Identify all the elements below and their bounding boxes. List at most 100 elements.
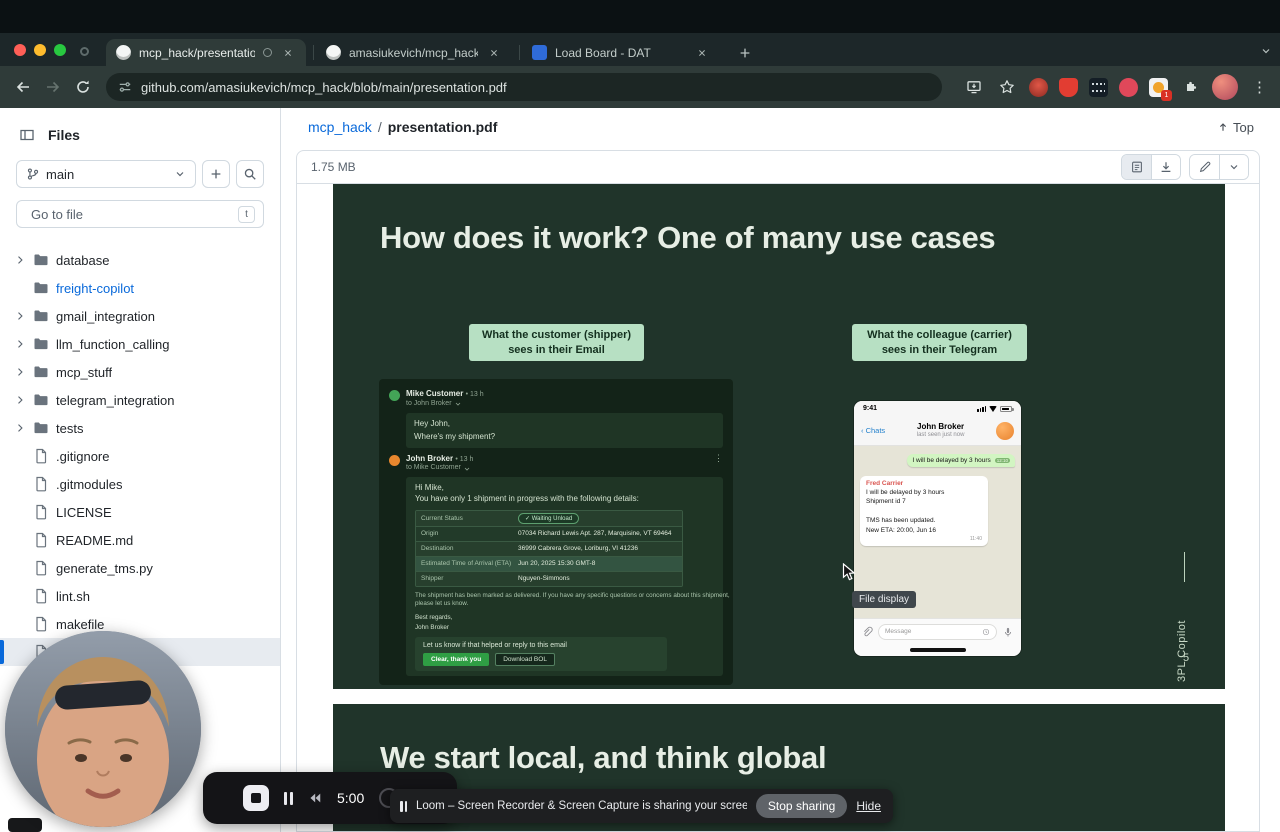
- telegram-header: ‹ Chats John Broker last seen just now: [854, 416, 1021, 446]
- github-favicon: [326, 45, 341, 60]
- edit-file-button[interactable]: [1190, 155, 1219, 179]
- tree-item-mcp-stuff[interactable]: mcp_stuff: [0, 358, 280, 386]
- download-icon: [1159, 160, 1173, 174]
- branch-selector[interactable]: main: [16, 160, 196, 188]
- extension-icon-4[interactable]: [1119, 77, 1138, 97]
- tree-item-gitignore[interactable]: .gitignore: [0, 442, 280, 470]
- tab-presentation[interactable]: mcp_hack/presentation.p...: [106, 39, 306, 66]
- rich-view-button[interactable]: [1122, 155, 1151, 179]
- avatar: [996, 421, 1014, 440]
- add-file-button[interactable]: [202, 160, 230, 188]
- extension-icon-1[interactable]: [1029, 77, 1048, 97]
- clear-thank-you-button: Clear, thank you: [423, 653, 490, 667]
- extensions-puzzle-icon[interactable]: [1179, 76, 1201, 98]
- tree-item-gitmodules[interactable]: .gitmodules: [0, 470, 280, 498]
- slide-title: We start local, and think global: [380, 740, 827, 775]
- avatar: [389, 390, 400, 401]
- tree-item-generate-tms[interactable]: generate_tms.py: [0, 554, 280, 582]
- install-app-icon[interactable]: [963, 76, 985, 98]
- dat-favicon: [532, 45, 547, 60]
- chevron-right-icon: [14, 422, 26, 434]
- overlay-chip: [8, 818, 42, 832]
- breadcrumb-repo-link[interactable]: mcp_hack: [308, 119, 372, 135]
- recording-indicator-icon: [80, 47, 89, 56]
- tree-item-database[interactable]: database: [0, 246, 280, 274]
- bookmark-star-icon[interactable]: [996, 76, 1018, 98]
- email-screenshot: Mike Customer • 13 h to John Broker Hey …: [379, 379, 733, 685]
- arrow-up-icon: [1217, 121, 1229, 133]
- email-signoff: Best regards, John Broker: [415, 614, 453, 631]
- close-tab-icon[interactable]: [280, 45, 296, 61]
- folder-icon: [33, 392, 49, 408]
- stop-sharing-button[interactable]: Stop sharing: [755, 794, 848, 818]
- forward-button[interactable]: [40, 74, 66, 100]
- tree-item-telegram-integration[interactable]: telegram_integration: [0, 386, 280, 414]
- share-message: Loom – Screen Recorder & Screen Capture …: [416, 800, 747, 812]
- fullscreen-window-button[interactable]: [54, 44, 66, 56]
- reload-button[interactable]: [70, 74, 96, 100]
- window-controls: [14, 44, 66, 56]
- breadcrumb: mcp_hack / presentation.pdf Top: [282, 108, 1280, 142]
- telegram-input-bar: Message: [854, 618, 1021, 644]
- hide-banner-button[interactable]: Hide: [856, 799, 881, 813]
- tab-repo[interactable]: amasiukevich/mcp_hack: A re...: [313, 39, 512, 66]
- browser-menu-icon[interactable]: ⋮: [1249, 80, 1270, 95]
- minimize-window-button[interactable]: [34, 44, 46, 56]
- tree-item-license[interactable]: LICENSE: [0, 498, 280, 526]
- go-to-file-box[interactable]: t: [16, 200, 264, 228]
- tree-item-freight-copilot[interactable]: freight-copilot: [0, 274, 280, 302]
- tree-item-llm-function-calling[interactable]: llm_function_calling: [0, 330, 280, 358]
- telegram-screenshot: 9:41 ‹ Chats John Broker last seen just …: [854, 401, 1021, 656]
- slide-use-cases: How does it work? One of many use cases …: [333, 184, 1225, 689]
- screen: mcp_hack/presentation.p... amasiukevich/…: [0, 0, 1280, 832]
- microphone-icon: [1002, 626, 1014, 638]
- back-to-top-link[interactable]: Top: [1217, 120, 1254, 135]
- download-bol-button: Download BOL: [495, 653, 555, 667]
- pause-recording-button[interactable]: [284, 791, 293, 805]
- close-window-button[interactable]: [14, 44, 26, 56]
- download-raw-button[interactable]: [1151, 155, 1180, 179]
- table-row: Origin 07034 Richard Lewis Apt. 287, Mar…: [416, 525, 682, 541]
- email-sender: Mike Customer: [406, 389, 464, 398]
- new-tab-button[interactable]: [734, 42, 756, 64]
- tree-item-makefile[interactable]: makefile: [0, 610, 280, 638]
- extension-icon-5[interactable]: 1: [1149, 77, 1172, 101]
- site-settings-icon[interactable]: [118, 80, 132, 94]
- tree-item-readme[interactable]: README.md: [0, 526, 280, 554]
- tab-search-button[interactable]: [1260, 45, 1272, 57]
- slide-page-number: 5: [1183, 652, 1190, 664]
- tree-item-lint[interactable]: lint.sh: [0, 582, 280, 610]
- chevron-down-icon: [1228, 161, 1240, 173]
- recording-timer: 5:00: [337, 790, 365, 806]
- webcam-bubble[interactable]: [5, 631, 201, 827]
- screen-share-banner: Loom – Screen Recorder & Screen Capture …: [390, 789, 893, 823]
- close-tab-icon[interactable]: [486, 45, 502, 61]
- status-time: 9:41: [863, 405, 878, 412]
- edit-options-caret[interactable]: [1219, 155, 1248, 179]
- extension-icon-3[interactable]: [1089, 77, 1108, 97]
- search-repo-button[interactable]: [236, 160, 264, 188]
- tree-item-tests[interactable]: tests: [0, 414, 280, 442]
- stop-recording-button[interactable]: [243, 785, 269, 811]
- address-bar[interactable]: github.com/amasiukevich/mcp_hack/blob/ma…: [106, 73, 942, 101]
- collapse-sidebar-button[interactable]: [16, 124, 38, 146]
- file-toolbar: 1.75 MB: [297, 151, 1259, 184]
- profile-avatar[interactable]: [1212, 74, 1238, 100]
- contact-name: John Broker: [917, 421, 965, 431]
- table-row: Destination 36999 Cabrera Grove, Loribur…: [416, 540, 682, 556]
- back-button[interactable]: [10, 74, 36, 100]
- restart-recording-button[interactable]: [308, 791, 322, 805]
- chevron-right-icon: [14, 254, 26, 266]
- webcam-video: [5, 631, 201, 827]
- extension-icon-2[interactable]: [1059, 77, 1078, 97]
- paperclip-icon: [861, 626, 873, 638]
- email-feedback-card: Let us know if that helped or reply to t…: [415, 637, 667, 672]
- file-icon: [33, 532, 49, 548]
- tab-load-board[interactable]: Load Board - DAT: [519, 39, 720, 66]
- go-to-file-input[interactable]: [29, 205, 232, 223]
- shortcut-key-badge: t: [238, 205, 255, 223]
- tree-item-gmail-integration[interactable]: gmail_integration: [0, 302, 280, 330]
- close-tab-icon[interactable]: [694, 45, 710, 61]
- pdf-viewer: How does it work? One of many use cases …: [297, 184, 1259, 831]
- kebab-menu-icon: ⋮: [714, 452, 723, 463]
